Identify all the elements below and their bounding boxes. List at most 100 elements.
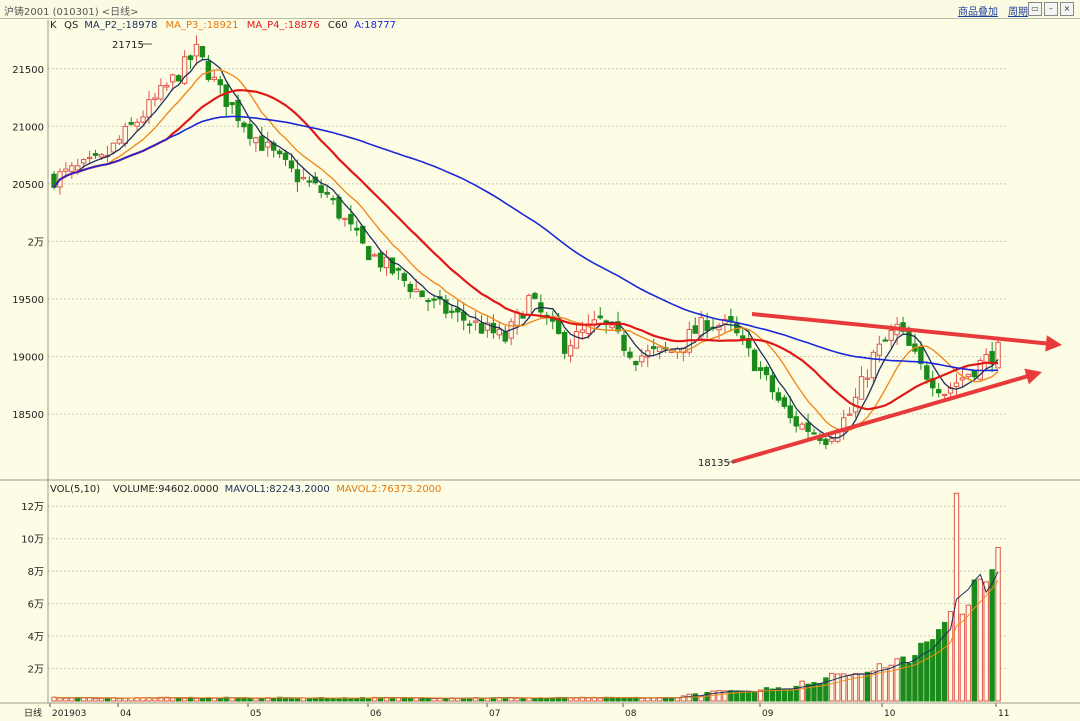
candle-down: [811, 432, 817, 435]
price-tick-label: 20500: [12, 180, 44, 191]
candle-up: [983, 354, 989, 363]
volume-bar-up: [152, 697, 158, 702]
volume-bar-up: [965, 604, 972, 702]
volume-bar-up: [69, 697, 75, 702]
candle-down: [775, 392, 782, 401]
candle-down: [92, 153, 99, 156]
candle-down: [395, 268, 402, 271]
candle-down: [633, 360, 639, 366]
candle-up: [63, 168, 69, 172]
volume-bar-up: [840, 673, 847, 702]
candle-down: [365, 246, 372, 261]
candle-down: [740, 335, 746, 339]
volume-bar-down: [924, 641, 930, 702]
volume-bar-up: [983, 581, 989, 702]
legend-item: MA_P3_:18921: [166, 20, 239, 31]
candle-up: [799, 423, 805, 430]
volume-bar-up: [882, 667, 888, 702]
candle-up: [579, 329, 586, 333]
volume-bar-down: [918, 642, 924, 702]
candle-down: [882, 339, 888, 342]
candle-up: [75, 165, 81, 171]
volume-bar-down: [627, 697, 633, 702]
candle-down: [229, 102, 235, 106]
candle-up: [193, 43, 200, 57]
volume-bar-down: [728, 690, 734, 702]
candle-up: [342, 217, 348, 220]
volume-bar-down: [971, 579, 978, 702]
volume-bar-up: [650, 697, 657, 702]
x-tick-label: 08: [625, 709, 637, 719]
candle-down: [763, 366, 770, 376]
volume-bar-up: [63, 697, 69, 702]
candle-down: [128, 122, 134, 125]
volume-bar-down: [354, 697, 360, 702]
candle-down: [597, 315, 603, 319]
candle-down: [704, 320, 710, 332]
volume-y-axis: 12万 10万 8万 6万 4万 2万: [21, 502, 44, 675]
volume-bar-up: [253, 697, 259, 702]
price-tick-label: 19500: [12, 295, 44, 306]
volume-bar-up: [573, 697, 580, 702]
volume-bar-up: [211, 697, 218, 702]
candle-up: [609, 324, 615, 329]
candle-down: [431, 298, 437, 301]
candle-up: [870, 351, 877, 379]
volume-tick-label: 12万: [21, 502, 44, 513]
candle-up: [134, 121, 140, 127]
candle-down: [223, 84, 229, 107]
candle-up: [965, 373, 972, 378]
kline-chart[interactable]: 21500 21000 20500 2万 19500 19000 18500 12万 10万 8…: [0, 0, 1080, 721]
grid-lines: [48, 68, 1008, 670]
candle-up: [110, 142, 117, 153]
candle-up: [211, 76, 218, 81]
volume-bar-down: [365, 698, 372, 702]
candle-up: [698, 317, 704, 337]
candle-down: [377, 252, 384, 268]
lower-trend-arrow: [731, 374, 1029, 464]
price-tick-label: 21500: [12, 65, 44, 76]
volume-bar-down: [288, 697, 295, 702]
candle-down: [330, 198, 336, 201]
volume-bar-up: [116, 697, 123, 702]
volume-bar-down: [740, 691, 746, 702]
candle-down: [793, 416, 799, 427]
volume-bar-up: [514, 697, 520, 702]
candle-down: [425, 299, 431, 303]
candle-down: [407, 283, 413, 293]
x-tick-label: 201903: [52, 709, 86, 719]
candle-down: [561, 331, 568, 354]
volume-bar-up: [431, 697, 437, 702]
candle-up: [639, 355, 645, 363]
candle-down: [466, 323, 473, 326]
candle-down: [692, 325, 698, 334]
volume-bar-down: [621, 697, 627, 702]
volume-bar-down: [906, 662, 912, 702]
candle-down: [918, 346, 924, 364]
candle-down: [419, 290, 425, 298]
candle-down: [490, 322, 497, 334]
candle-down: [502, 331, 508, 342]
x-tick-label: 11: [998, 709, 1009, 719]
volume-bar-up: [57, 697, 63, 702]
candle-up: [300, 177, 307, 180]
candle-down: [288, 160, 295, 169]
ma-p4-line: [53, 89, 999, 411]
ma-p2-line: [53, 58, 999, 439]
candle-up: [122, 125, 128, 145]
legend-item: VOLUME:94602.0000: [113, 484, 219, 495]
candle-up: [371, 254, 378, 257]
candle-up: [69, 165, 75, 172]
volume-bar-down: [336, 697, 342, 702]
x-tick-label: 10: [884, 709, 896, 719]
candle-up: [472, 320, 479, 323]
candle-up: [413, 288, 419, 293]
x-tick-label: 09: [762, 709, 774, 719]
candle-down: [478, 322, 485, 334]
legend-item: MAVOL2:76373.2000: [336, 484, 441, 495]
volume-bars: [51, 492, 1001, 702]
candle-up: [846, 413, 853, 416]
volume-tick-label: 4万: [28, 632, 44, 643]
candle-up: [567, 345, 574, 357]
candle-down: [906, 330, 912, 346]
